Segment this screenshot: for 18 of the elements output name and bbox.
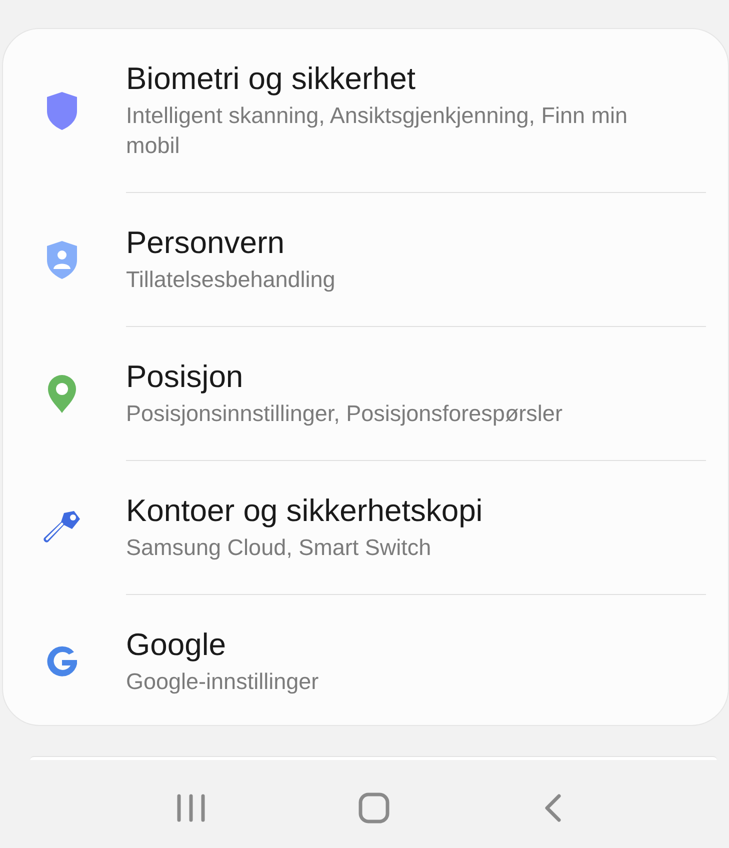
shield-icon xyxy=(44,91,78,131)
item-title: Biometri og sikkerhet xyxy=(126,60,416,98)
shield-person-icon xyxy=(44,240,78,280)
item-subtitle: Tillatelsesbehandling xyxy=(126,266,336,294)
settings-item[interactable]: Kontoer og sikkerhetskopi Samsung Cloud, Smart Switch xyxy=(3,461,728,595)
location-pin-icon xyxy=(46,374,78,414)
item-subtitle: Intelligent skanning, Ansiktsgjenkjenning, Finn min mobil xyxy=(126,102,629,160)
item-subtitle: Samsung Cloud, Smart Switch xyxy=(126,534,432,562)
item-title: Google xyxy=(126,626,227,664)
settings-item[interactable]: Biometri og sikkerhet Intelligent skanning, Ansiktsgjenkjenning, Finn min mobil xyxy=(3,29,728,193)
item-title: Personvern xyxy=(126,224,286,262)
settings-item[interactable]: Google Google-innstillinger xyxy=(3,595,728,725)
item-title: Posisjon xyxy=(126,358,244,396)
item-title: Kontoer og sikkerhetskopi xyxy=(126,492,484,530)
settings-item[interactable]: Personvern Tillatelsesbehandling xyxy=(3,193,728,327)
item-subtitle: Posisjonsinnstillinger, Posisjonsforespørsler xyxy=(126,400,564,428)
item-subtitle: Google-innstillinger xyxy=(126,668,320,696)
settings-item[interactable]: Posisjon Posisjonsinnstillinger, Posisjonsforespørsler xyxy=(3,327,728,461)
